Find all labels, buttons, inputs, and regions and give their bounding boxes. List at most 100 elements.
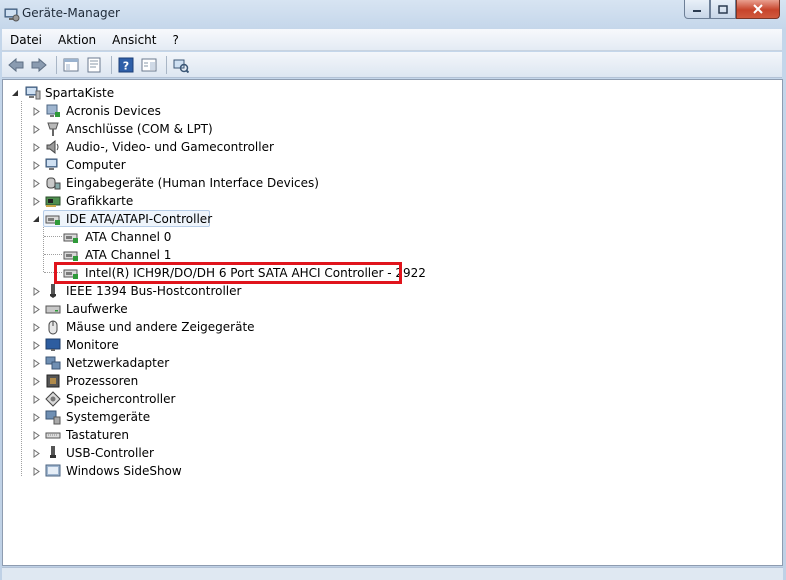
category-label: Windows SideShow [66,464,182,478]
expand-arrow-icon [33,143,40,152]
tree-category[interactable]: Anschlüsse (COM & LPT) [3,120,782,138]
input-device-icon [46,177,61,190]
category-label: Monitore [66,338,119,352]
category-label: Tastaturen [66,428,129,442]
tree-category[interactable]: Tastaturen [3,426,782,444]
tree-category[interactable]: Laufwerke [3,300,782,318]
forward-button[interactable] [29,55,49,75]
tree-category[interactable]: Systemgeräte [3,408,782,426]
forward-icon [31,57,47,72]
expand-arrow-icon [33,323,40,332]
menu-aktion[interactable]: Aktion [50,30,104,50]
category-label: Laufwerke [66,302,128,316]
toolbar: ? [2,52,782,78]
action-pane-button[interactable] [139,55,159,75]
maximize-button[interactable] [710,0,736,19]
close-button[interactable] [736,0,780,19]
tree-category[interactable]: Mäuse und andere Zeigegeräte [3,318,782,336]
minimize-icon [693,10,701,12]
category-label: IDE ATA/ATAPI-Controller [66,212,213,226]
category-label: Computer [66,158,126,172]
category-label: Speichercontroller [66,392,176,406]
category-label: Grafikkarte [66,194,134,208]
scan-hardware-icon [173,59,189,73]
tree-category[interactable]: Audio-, Video- und Gamecontroller [3,138,782,156]
expand-arrow-icon [33,431,40,440]
expand-arrow-icon [33,179,40,188]
ide-controller-icon [45,215,60,225]
collapse-arrow-icon [12,90,18,96]
caption-buttons [684,0,780,20]
tree-category[interactable]: USB-Controller [3,444,782,462]
category-label: Acronis Devices [66,104,161,118]
network-adapter-icon [45,356,61,370]
expand-arrow-icon [33,107,40,116]
show-hide-tree-button[interactable] [61,55,81,75]
mouse-icon [48,320,58,335]
help-button[interactable]: ? [116,55,136,75]
tree-device[interactable]: ATA Channel 0 [3,228,782,246]
svg-text:?: ? [123,59,129,72]
minimize-button[interactable] [684,0,710,19]
tree-category[interactable]: Speichercontroller [3,390,782,408]
ide-channel-icon [63,251,78,261]
view-icon [141,58,157,71]
disk-drive-icon [45,305,61,314]
root-label: SpartaKiste [45,86,115,100]
acronis-device-icon [46,104,60,117]
help-icon: ? [118,57,134,72]
category-label: Eingabegeräte (Human Interface Devices) [66,176,319,190]
ide-channel-icon [63,233,78,243]
tree-category[interactable]: Windows SideShow [3,462,782,480]
category-label: Mäuse und andere Zeigegeräte [66,320,255,334]
monitor-icon [45,338,61,351]
properties-button[interactable] [84,55,104,75]
tree-category[interactable]: Grafikkarte [3,192,782,210]
expand-arrow-icon [33,305,40,314]
back-button[interactable] [6,55,26,75]
ieee1394-icon [50,284,56,298]
menu-ansicht[interactable]: Ansicht [104,30,164,50]
processor-icon [46,374,60,388]
toolbar-separator [56,55,57,74]
menu-bar: Datei Aktion Ansicht ? [2,29,782,51]
usb-icon [50,446,56,458]
tree-category[interactable]: Acronis Devices [3,102,782,120]
expand-arrow-icon [33,467,40,476]
tree-category[interactable]: IEEE 1394 Bus-Hostcontroller [3,282,782,300]
toolbar-separator [166,55,167,74]
speaker-icon [46,139,59,155]
menu-help[interactable]: ? [164,30,186,50]
expand-arrow-icon [33,413,40,422]
expand-arrow-icon [33,161,40,170]
keyboard-icon [45,432,61,439]
category-label: IEEE 1394 Bus-Hostcontroller [66,284,242,298]
tree-category[interactable]: Netzwerkadapter [3,354,782,372]
system-devices-icon [45,410,61,425]
category-label: Prozessoren [66,374,139,388]
title-bar[interactable]: Geräte-Manager [0,0,786,28]
device-tree[interactable]: SpartaKiste Acronis Devices Anschlüsse (… [2,79,783,566]
expand-arrow-icon [33,377,40,386]
category-label: Audio-, Video- und Gamecontroller [66,140,274,154]
menu-datei[interactable]: Datei [2,30,50,50]
category-label: Systemgeräte [66,410,151,424]
tree-category[interactable]: Eingabegeräte (Human Interface Devices) [3,174,782,192]
tree-category[interactable]: Prozessoren [3,372,782,390]
properties-icon [87,57,101,72]
tree-category-selected[interactable]: IDE ATA/ATAPI-Controller [3,210,782,228]
toolbar-separator [111,55,112,74]
port-icon [47,122,59,136]
category-label: USB-Controller [66,446,154,460]
storage-controller-icon [45,391,61,407]
category-label: Anschlüsse (COM & LPT) [66,122,213,136]
scan-hardware-button[interactable] [171,55,191,75]
sideshow-icon [45,464,61,477]
expand-arrow-icon [33,197,40,206]
window-title: Geräte-Manager [22,6,120,20]
graphics-card-icon [45,196,61,207]
tree-category[interactable]: Computer [3,156,782,174]
expand-arrow-icon [33,395,40,404]
tree-category[interactable]: Monitore [3,336,782,354]
tree-root[interactable]: SpartaKiste [3,84,782,102]
